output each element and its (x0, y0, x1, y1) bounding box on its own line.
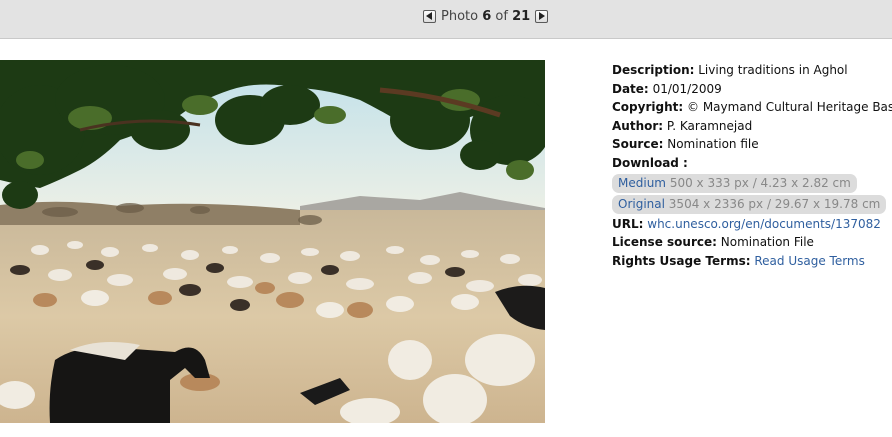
download-row: Download : (612, 154, 892, 173)
download-medium-link[interactable]: Medium (618, 176, 666, 190)
source-row: Source: Nomination file (612, 135, 892, 154)
description-value: Living traditions in Aghol (698, 63, 848, 77)
photo-metadata-panel: Description: Living traditions in Aghol … (612, 61, 892, 270)
triangle-right-icon (539, 12, 546, 20)
triangle-left-icon (426, 12, 432, 20)
license-row: License source: Nomination File (612, 233, 892, 252)
download-medium-info: 500 x 333 px / 4.23 x 2.82 cm (669, 175, 851, 190)
date-row: Date: 01/01/2009 (612, 80, 892, 99)
license-label: License source: (612, 235, 717, 250)
pager-of: of (495, 8, 508, 24)
author-label: Author: (612, 118, 664, 133)
pager-text: Photo 6 of 21 (441, 9, 530, 24)
download-original-row: Original 3504 x 2336 px / 29.67 x 19.78 … (612, 194, 892, 215)
copyright-label: Copyright: (612, 100, 684, 115)
rights-label: Rights Usage Terms: (612, 253, 751, 268)
description-label: Description: (612, 63, 695, 77)
date-label: Date: (612, 81, 649, 96)
rights-row: Rights Usage Terms: Read Usage Terms (612, 252, 892, 271)
pager-current-index: 6 (482, 8, 492, 24)
author-value: P. Karamnejad (666, 118, 753, 133)
download-medium-pill: Medium 500 x 333 px / 4.23 x 2.82 cm (612, 173, 857, 193)
pager-prefix: Photo (441, 8, 479, 24)
download-label: Download : (612, 155, 688, 170)
license-value: Nomination File (720, 235, 814, 250)
document-url-link[interactable]: whc.unesco.org/en/documents/137082 (647, 217, 881, 231)
date-value: 01/01/2009 (652, 81, 722, 96)
author-row: Author: P. Karamnejad (612, 117, 892, 136)
download-original-pill: Original 3504 x 2336 px / 29.67 x 19.78 … (612, 194, 887, 214)
source-value: Nomination file (667, 137, 759, 152)
next-photo-button[interactable] (535, 9, 549, 23)
herd-photo-image (0, 60, 545, 423)
description-row: Description: Living traditions in Aghol (612, 61, 892, 80)
download-original-info: 3504 x 2336 px / 29.67 x 19.78 cm (668, 196, 881, 211)
download-medium-row: Medium 500 x 333 px / 4.23 x 2.82 cm (612, 173, 892, 194)
copyright-value: © Maymand Cultural Heritage Base (687, 100, 892, 115)
copyright-row: Copyright: © Maymand Cultural Heritage B… (612, 98, 892, 117)
previous-photo-button[interactable] (423, 9, 436, 23)
url-row: URL: whc.unesco.org/en/documents/137082 (612, 215, 892, 234)
url-label: URL: (612, 216, 644, 231)
download-original-link[interactable]: Original (618, 197, 665, 211)
source-label: Source: (612, 137, 664, 152)
main-photo[interactable] (0, 60, 545, 423)
photo-pager: Photo 6 of 21 (423, 6, 549, 26)
top-toolbar: Photo 6 of 21 (0, 0, 892, 39)
pager-total: 21 (512, 8, 531, 24)
read-usage-terms-link[interactable]: Read Usage Terms (754, 254, 865, 268)
